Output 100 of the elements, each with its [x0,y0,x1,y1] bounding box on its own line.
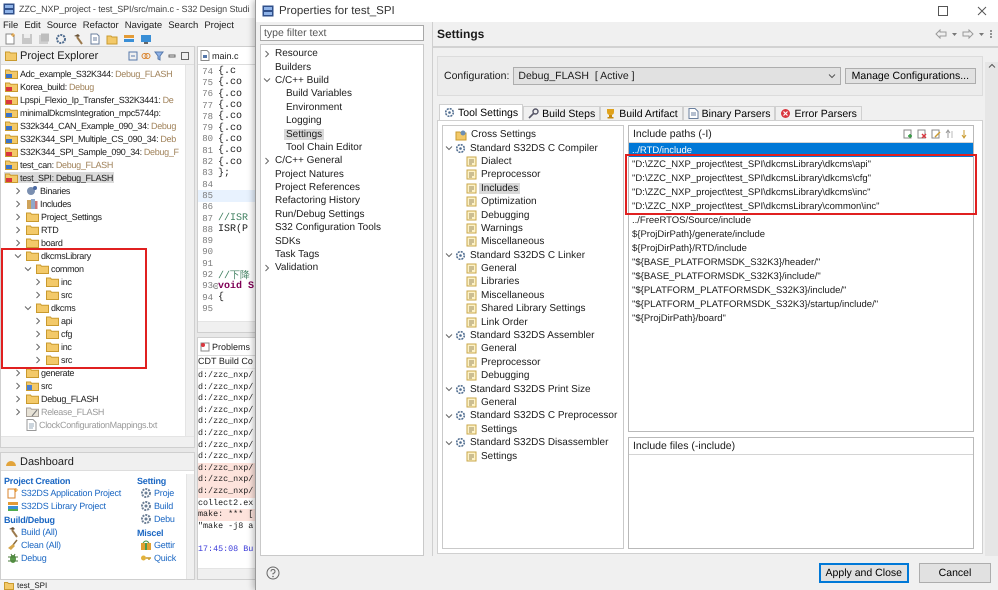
tree-item[interactable]: dkcmsLibrary [25,250,92,261]
tree-item[interactable]: src [25,380,54,391]
scrollbar[interactable] [198,321,255,332]
tree-item[interactable]: Includes [25,198,72,210]
scrollbar[interactable] [198,568,255,579]
chevron-right-icon[interactable] [14,368,22,376]
tree-item[interactable]: src [45,289,74,300]
tree-item[interactable]: Shared Library Settings [479,303,588,314]
tree-item[interactable]: Environment [284,102,344,113]
scrollbar[interactable] [1,436,194,447]
tree-item[interactable]: Debugging [479,210,532,221]
chevron-right-icon[interactable] [14,394,22,402]
filter-field[interactable]: type filter text [260,25,424,41]
tree-item[interactable]: Standard S32DS C Preprocessor [468,410,620,422]
dashboard-link[interactable]: Proje [137,487,183,499]
tree-item[interactable]: Refactoring History [273,195,362,206]
tab[interactable]: Build Artifact [600,106,683,120]
list-item[interactable]: "D:\ZZC_NXP_project\test_SPI\dkcmsLibrary\dkcms\api" [629,157,973,171]
chevron-down-icon[interactable] [445,412,453,420]
collapse-all-icon[interactable] [128,50,138,60]
hammer-icon[interactable] [72,33,84,45]
tree-item[interactable]: Standard S32DS C Compiler [468,142,600,154]
tree-item[interactable]: Dialect [479,156,514,167]
new-file-icon[interactable] [4,33,16,45]
dialog-button[interactable]: Apply and Close [818,563,909,583]
maximize-icon[interactable] [180,50,190,60]
tree-item[interactable]: Project Natures [273,168,346,180]
tree-item[interactable]: General [479,343,519,354]
menu-item[interactable]: File [3,20,18,30]
tree-item[interactable]: Preprocessor [479,356,542,368]
tree-item[interactable]: test_SPI: Debug_FLASH [4,172,114,183]
chevron-right-icon[interactable] [34,290,42,298]
manage-configurations-button[interactable]: Manage Configurations... [844,68,976,84]
section-heading[interactable]: Miscel [137,528,183,538]
list-item[interactable]: "${ProjDirPath}/board" [629,311,973,325]
tab[interactable]: Binary Parsers [682,106,776,120]
dashboard-link[interactable]: Quick [137,552,183,564]
configuration-dropdown[interactable]: Debug_FLASH [ Active ] [513,67,841,85]
chevron-down-icon[interactable] [263,76,271,84]
menu-item[interactable]: Source [46,20,77,30]
tree-item[interactable]: Builders [273,62,314,73]
tree-item[interactable]: minimalDkcmsIntegration_mpc5744p: [4,107,162,118]
dialog-button[interactable]: Cancel [919,563,991,583]
tree-item[interactable]: C/C++ General [273,155,344,166]
list-item[interactable]: "${PLATFORM_PLATFORMSDK_S32K3}/startup/include/" [629,297,973,311]
tree-item[interactable]: General [479,263,519,274]
dashboard-link[interactable]: Build [137,500,183,512]
chevron-down-icon[interactable] [445,332,453,340]
chevron-right-icon[interactable] [263,50,271,58]
tree-item[interactable]: Binaries [25,184,72,196]
tree-item[interactable]: Tool Chain Editor [284,142,364,153]
chevron-down-icon[interactable] [24,304,32,312]
edit-icon[interactable] [931,129,941,139]
tree-item[interactable]: Adc_example_S32K344: Debug_FLASH [4,68,174,79]
tree-item[interactable]: Includes [479,182,520,194]
chevron-right-icon[interactable] [34,342,42,350]
menu-item[interactable]: Edit [24,20,41,30]
tree-item[interactable]: Standard S32DS Print Size [468,384,593,395]
chevron-right-icon[interactable] [34,330,42,338]
tree-item[interactable]: Warnings [479,222,525,234]
chevron-right-icon[interactable] [14,382,22,390]
link-icon[interactable] [141,50,151,60]
chevron-right-icon[interactable] [34,278,42,286]
tree-item[interactable]: generate [25,367,76,378]
tab[interactable]: Build Steps [523,106,600,120]
tree-item[interactable]: Miscellaneous [479,236,546,248]
add-icon[interactable] [903,129,913,139]
tree-item[interactable]: Resource [273,48,320,60]
tree-item[interactable]: Validation [273,262,320,274]
tree-item[interactable]: Debugging [479,370,532,382]
chevron-right-icon[interactable] [14,408,22,416]
menu-item[interactable]: Project [204,20,234,30]
tree-item[interactable]: Task Tags [273,249,322,260]
tree-item[interactable]: Debug_FLASH [25,393,100,404]
menu-item[interactable]: Refactor [82,20,119,30]
dashboard-link[interactable]: Debu [137,513,183,525]
editor-tab[interactable]: main.c [198,47,255,65]
list-item[interactable]: "${BASE_PLATFORMSDK_S32K3}/include/" [629,269,973,283]
tree-item[interactable]: Project_Settings [25,211,103,222]
scrollbar[interactable] [185,65,194,436]
list-item[interactable]: "D:\ZZC_NXP_project\test_SPI\dkcmsLibrary\common\inc" [629,199,973,213]
chevron-right-icon[interactable] [34,356,42,364]
tree-item[interactable]: inc [45,276,73,287]
layers-icon[interactable] [123,33,135,45]
section-heading[interactable]: Setting [137,476,183,486]
section-heading[interactable]: Build/Debug [4,515,134,525]
chevron-right-icon[interactable] [34,316,42,324]
dashboard-link[interactable]: Debug [4,552,134,564]
tree-item[interactable]: test_can: Debug_FLASH [4,159,114,170]
gear-icon[interactable] [55,33,67,45]
tree-item[interactable]: inc [45,341,73,352]
tree-item[interactable]: Cross Settings [469,129,538,140]
chevron-right-icon[interactable] [263,156,271,165]
tree-item[interactable]: S32K344_SPI_Multiple_CS_090_34: Deb [4,133,177,144]
tree-item[interactable]: Settings [479,424,520,435]
tab[interactable]: Tool Settings [439,104,524,120]
tree-item[interactable]: S32 Configuration Tools [273,222,383,234]
move-up-icon[interactable] [945,129,955,139]
list-item[interactable]: "${PLATFORM_PLATFORMSDK_S32K3}/include/" [629,283,973,297]
chevron-down-icon[interactable] [445,144,453,152]
